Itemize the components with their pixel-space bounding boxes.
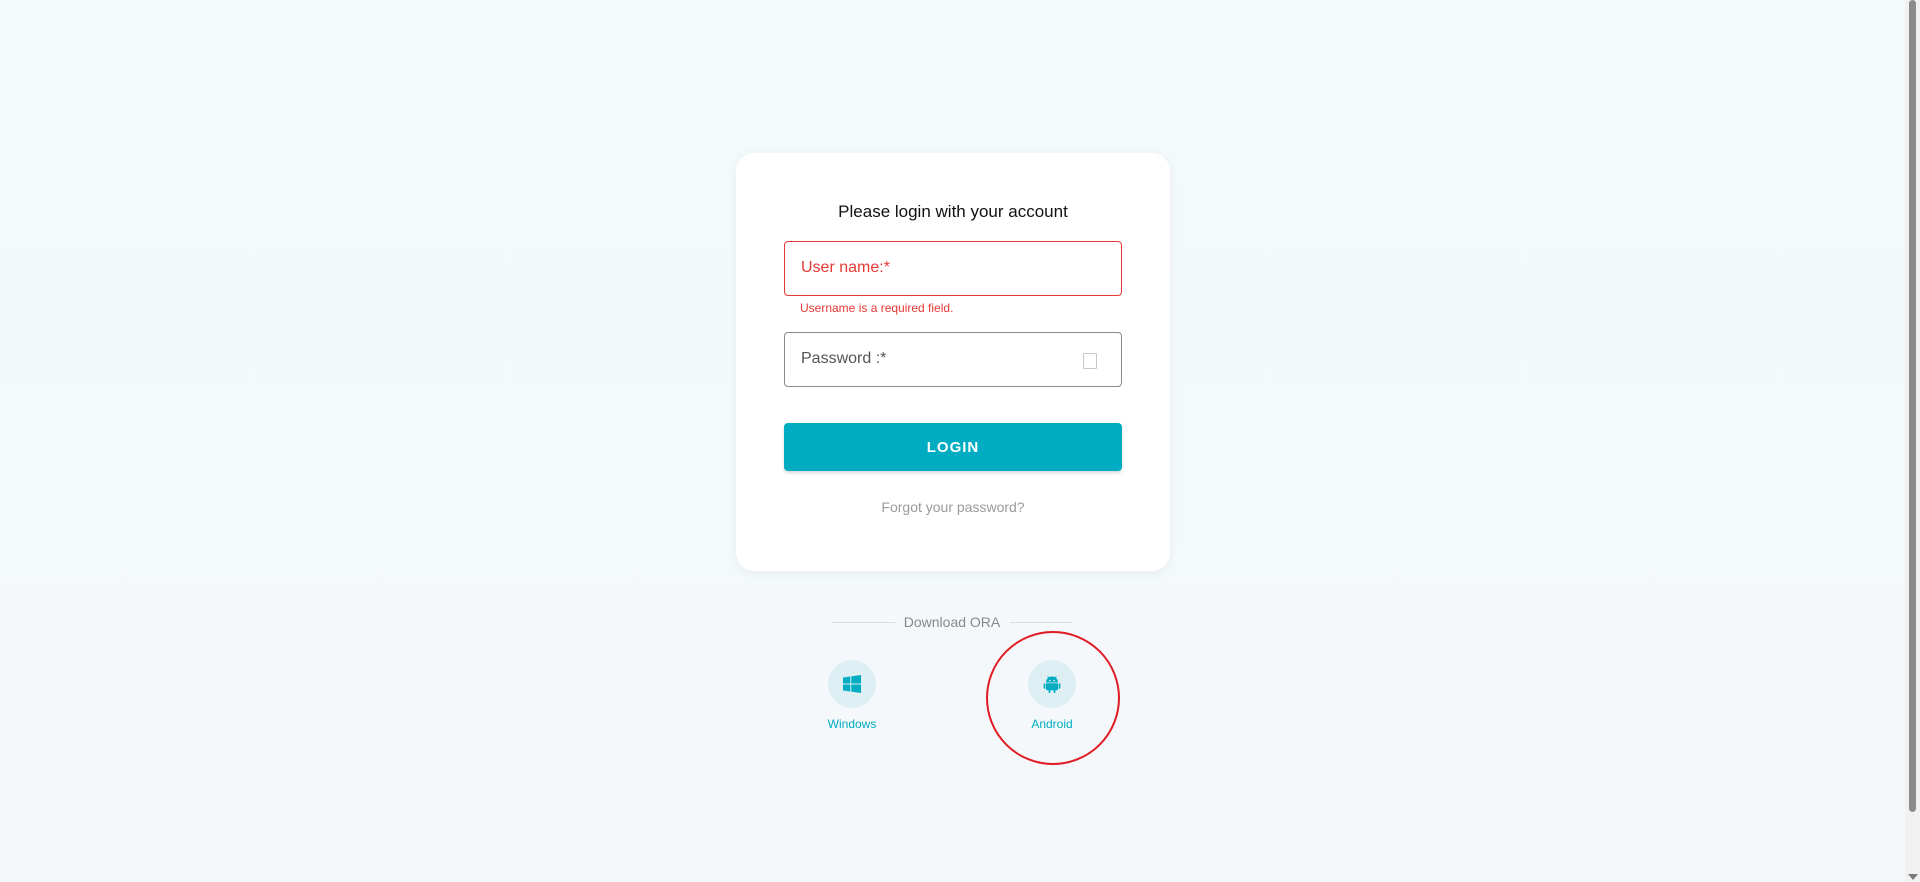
windows-icon: [843, 675, 861, 693]
username-field[interactable]: User name:*: [784, 241, 1122, 296]
login-card: Please login with your account User name…: [736, 153, 1170, 571]
scrollbar-thumb[interactable]: [1909, 0, 1916, 812]
scroll-down-arrow-icon[interactable]: [1908, 874, 1918, 880]
vertical-scrollbar[interactable]: [1905, 0, 1920, 882]
divider-right: [1010, 622, 1072, 623]
download-windows-button[interactable]: Windows: [812, 660, 892, 731]
username-input[interactable]: [785, 242, 1121, 295]
download-heading-row: Download ORA: [832, 614, 1072, 632]
username-error: Username is a required field.: [800, 301, 954, 315]
windows-label: Windows: [827, 717, 877, 731]
password-input[interactable]: [785, 333, 1121, 386]
android-label: Android: [1031, 717, 1073, 731]
password-visibility-icon[interactable]: [1083, 353, 1097, 369]
forgot-password-link[interactable]: Forgot your password?: [736, 499, 1170, 515]
login-title: Please login with your account: [838, 202, 1068, 221]
password-field[interactable]: Password :*: [784, 332, 1122, 387]
login-button[interactable]: LOGIN: [784, 423, 1122, 471]
login-page: Please login with your account User name…: [0, 0, 1905, 882]
android-icon: [1043, 676, 1061, 693]
windows-icon-circle[interactable]: [828, 660, 876, 708]
android-icon-circle[interactable]: [1028, 660, 1076, 708]
download-android-button[interactable]: Android: [1012, 660, 1092, 731]
